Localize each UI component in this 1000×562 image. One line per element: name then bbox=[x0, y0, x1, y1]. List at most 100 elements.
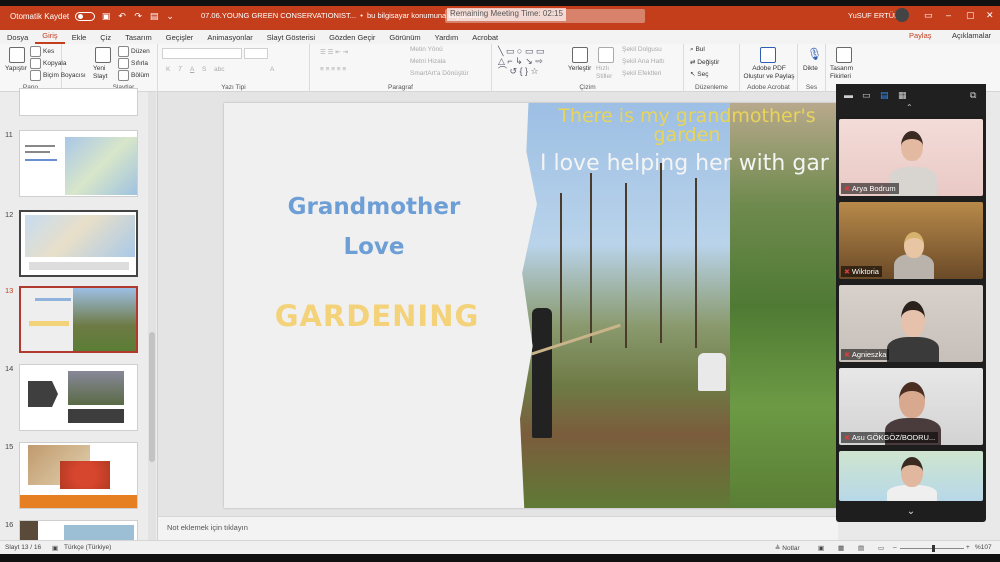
undo-icon[interactable]: ↶ bbox=[117, 11, 127, 21]
slide-subtitle[interactable]: GARDENING bbox=[262, 299, 492, 333]
notes-pane[interactable]: Not eklemek için tıklayın bbox=[158, 516, 838, 540]
layout-button[interactable]: Düzen bbox=[118, 46, 150, 57]
customize-toolbar-icon[interactable]: ⌄ bbox=[165, 11, 175, 21]
microphone-icon[interactable]: 🎙 bbox=[807, 47, 822, 61]
start-slideshow-icon[interactable]: ▤ bbox=[149, 11, 159, 21]
new-slide-button[interactable]: Yeni Slayt bbox=[93, 65, 117, 81]
align-text-button[interactable]: Metni Hizala bbox=[410, 58, 446, 65]
video-tile-1[interactable]: ✖ Arya Bodrum bbox=[839, 119, 983, 196]
tab-ekle[interactable]: Ekle bbox=[65, 33, 94, 42]
cut-button[interactable]: Kes bbox=[30, 46, 54, 57]
slide-thumbnail-11[interactable] bbox=[19, 130, 138, 197]
font-color-icon[interactable]: A bbox=[270, 66, 274, 73]
tab-gecisler[interactable]: Geçişler bbox=[159, 33, 201, 42]
italic-icon[interactable]: T bbox=[178, 66, 182, 73]
slide-title[interactable]: Grandmother Love bbox=[269, 187, 479, 267]
close-icon[interactable]: ✕ bbox=[986, 10, 994, 21]
tab-yardim[interactable]: Yardım bbox=[428, 33, 466, 42]
single-view-icon[interactable]: ▭ bbox=[862, 90, 871, 101]
tab-gozden-gecir[interactable]: Gözden Geçir bbox=[322, 33, 382, 42]
underline-icon[interactable]: A bbox=[190, 66, 194, 73]
thumbnails-scrollbar[interactable] bbox=[148, 92, 156, 540]
zoom-slider-handle[interactable] bbox=[932, 545, 935, 552]
minimize-video-icon[interactable]: ▬ bbox=[844, 90, 853, 100]
tab-dosya[interactable]: Dosya bbox=[0, 33, 35, 42]
tab-ciz[interactable]: Çiz bbox=[93, 33, 118, 42]
quick-styles-icon[interactable] bbox=[598, 47, 614, 63]
strip-view-icon[interactable]: ▤ bbox=[880, 90, 889, 101]
zoom-out-icon[interactable]: – bbox=[893, 544, 897, 551]
quick-styles-button[interactable]: Hızlı Stiller bbox=[596, 65, 620, 81]
zoom-level[interactable]: %107 bbox=[975, 544, 992, 551]
reset-button[interactable]: Sıfırla bbox=[118, 58, 148, 69]
ribbon-display-icon[interactable]: ▭ bbox=[924, 10, 933, 21]
slide-thumbnail-13[interactable] bbox=[19, 286, 138, 353]
save-icon[interactable]: ▣ bbox=[101, 11, 111, 21]
new-slide-icon[interactable] bbox=[95, 47, 111, 63]
smartart-button[interactable]: SmartArt'a Dönüştür bbox=[410, 70, 469, 77]
shapes-gallery[interactable]: ╲ ▭ ○ ▭ ▭ △ ⌐ ↳ ↘ ⇨ ⌒ ↺ { } ☆ bbox=[498, 46, 544, 76]
video-tile-3[interactable]: ✖ Agnieszka bbox=[839, 285, 983, 362]
slide-thumbnail-14[interactable] bbox=[19, 364, 138, 431]
redo-icon[interactable]: ↷ bbox=[133, 11, 143, 21]
slide-thumbnail-12[interactable] bbox=[19, 210, 138, 277]
bold-icon[interactable]: K bbox=[166, 66, 170, 73]
maximize-icon[interactable]: ▢ bbox=[966, 10, 975, 21]
autosave-toggle[interactable] bbox=[75, 11, 96, 21]
text-direction-button[interactable]: Metin Yönü bbox=[410, 46, 443, 53]
strikethrough-icon[interactable]: abc bbox=[214, 66, 224, 73]
tab-animasyonlar[interactable]: Animasyonlar bbox=[200, 33, 259, 42]
comments-button[interactable]: Açıklamalar bbox=[952, 31, 991, 40]
tab-gorunum[interactable]: Görünüm bbox=[382, 33, 427, 42]
replace-button[interactable]: ⇄ Değiştir bbox=[690, 58, 719, 66]
slide-sorter-icon[interactable]: ▦ bbox=[838, 544, 844, 552]
tab-giris[interactable]: Giriş bbox=[35, 30, 65, 44]
shape-outline-button[interactable]: Şekil Ana Hattı bbox=[622, 58, 665, 65]
language-status[interactable]: Türkçe (Türkiye) bbox=[64, 544, 111, 551]
slide-thumbnail-16[interactable] bbox=[19, 520, 138, 542]
font-name-field[interactable] bbox=[162, 48, 242, 59]
shape-fill-button[interactable]: Şekil Dolgusu bbox=[622, 46, 662, 53]
exit-fullscreen-icon[interactable]: ⧉ bbox=[970, 90, 976, 101]
find-button[interactable]: ⌕ Bul bbox=[690, 46, 705, 54]
dictate-button[interactable]: Dikte bbox=[803, 65, 818, 72]
design-ideas-icon[interactable] bbox=[836, 47, 852, 63]
copy-button[interactable]: Kopyala bbox=[30, 58, 67, 69]
section-button[interactable]: Bölüm bbox=[118, 70, 149, 81]
slideshow-view-icon[interactable]: ▭ bbox=[878, 544, 884, 552]
reading-view-icon[interactable]: ▤ bbox=[858, 544, 864, 552]
chevron-up-icon[interactable]: ⌃ bbox=[906, 103, 913, 112]
slide-thumbnail-10[interactable] bbox=[19, 88, 138, 116]
tab-tasarim[interactable]: Tasarım bbox=[118, 33, 159, 42]
select-button[interactable]: ↖ Seç bbox=[690, 70, 708, 78]
arrange-icon[interactable] bbox=[572, 47, 588, 63]
shape-effects-button[interactable]: Şekil Efektleri bbox=[622, 70, 661, 77]
normal-view-icon[interactable]: ▣ bbox=[818, 544, 824, 552]
format-painter-button[interactable]: Biçim Boyacısı bbox=[30, 70, 86, 81]
zoom-in-icon[interactable]: + bbox=[966, 544, 970, 551]
video-tile-5[interactable] bbox=[839, 451, 983, 501]
arrange-button[interactable]: Yerleştir bbox=[568, 65, 591, 72]
current-slide[interactable]: There is my grandmother's garden I love … bbox=[224, 103, 836, 508]
chevron-down-icon[interactable]: ⌄ bbox=[836, 502, 986, 522]
paste-button[interactable]: Yapıştır bbox=[5, 65, 27, 72]
share-button[interactable]: Paylaş bbox=[909, 31, 932, 40]
adobe-pdf-icon[interactable] bbox=[760, 47, 776, 63]
accessibility-icon[interactable]: ▣ bbox=[52, 544, 58, 552]
tab-slayt-gosterisi[interactable]: Slayt Gösterisi bbox=[260, 33, 322, 42]
bullets-icon[interactable]: ☰ ☰ ⇤ ⇥ bbox=[320, 48, 348, 56]
paste-icon[interactable] bbox=[9, 47, 25, 63]
video-tile-2[interactable]: ✖ Wiktoria bbox=[839, 202, 983, 279]
font-size-field[interactable] bbox=[244, 48, 268, 59]
design-ideas-button[interactable]: Tasarım Fikirleri bbox=[830, 65, 860, 81]
slide-thumbnail-15[interactable] bbox=[19, 442, 138, 509]
minimize-icon[interactable]: – bbox=[946, 10, 951, 20]
scrollbar-thumb[interactable] bbox=[149, 332, 155, 462]
avatar[interactable] bbox=[895, 8, 909, 22]
video-tile-4[interactable]: ✖ Asu GÖKGÖZ/BODRU... bbox=[839, 368, 983, 445]
create-pdf-button[interactable]: Adobe PDF Oluştur ve Paylaş bbox=[742, 65, 796, 81]
notes-button[interactable]: ≜ Notlar bbox=[775, 544, 800, 552]
tab-acrobat[interactable]: Acrobat bbox=[465, 33, 505, 42]
align-icons[interactable]: ≡ ≡ ≡ ≡ ≡ bbox=[320, 66, 346, 73]
shadow-icon[interactable]: S bbox=[202, 66, 206, 73]
